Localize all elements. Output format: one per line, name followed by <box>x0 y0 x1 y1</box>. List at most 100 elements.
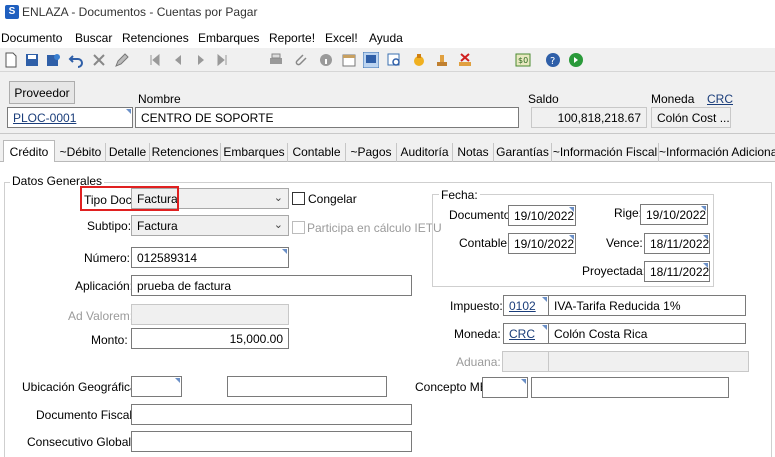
tab-auditoria[interactable]: Auditoría <box>397 143 453 162</box>
numero-label: Número: <box>84 251 131 265</box>
refresh-icon[interactable] <box>568 52 584 68</box>
ubicacion-desc-field[interactable] <box>227 376 387 397</box>
menu-reporte[interactable]: Reporte! <box>269 31 315 45</box>
info-icon[interactable] <box>318 52 334 68</box>
chevron-down-icon: ⌄ <box>273 192 283 204</box>
impuesto-desc-field: IVA-Tarifa Reducida 1% <box>548 295 746 316</box>
saldo-field: 100,818,218.67 <box>531 107 647 128</box>
tab-debito[interactable]: ~Débito <box>56 143 106 162</box>
documento-fiscal-label: Documento Fiscal: <box>36 408 136 422</box>
save-as-icon[interactable] <box>45 52 61 68</box>
monto-field[interactable]: 15,000.00 <box>131 328 289 349</box>
fecha-vence-field[interactable]: 18/11/2022 <box>644 233 710 254</box>
tab-pagos[interactable]: ~Pagos <box>346 143 397 162</box>
tab-notas[interactable]: Notas <box>453 143 494 162</box>
tab-informacion-adicional[interactable]: ~Información Adicional <box>659 143 775 162</box>
numero-field[interactable]: 012589314 <box>131 247 289 268</box>
supplier-header: Proveedor PLOC-0001 Nombre CENTRO DE SOP… <box>0 72 775 134</box>
stamp-icon[interactable] <box>434 52 450 68</box>
concepto-me-label: Concepto ME: <box>415 380 492 394</box>
nombre-field[interactable]: CENTRO DE SOPORTE <box>135 107 519 128</box>
print-icon[interactable] <box>268 52 284 68</box>
consecutivo-label: Consecutivo Global: <box>27 435 135 449</box>
find-icon[interactable] <box>386 52 402 68</box>
tab-garantias[interactable]: Garantías <box>494 143 552 162</box>
chevron-down-icon: ⌄ <box>273 219 283 231</box>
ubicacion-code-field[interactable] <box>131 376 182 397</box>
documento-fiscal-field[interactable] <box>131 404 412 425</box>
app-icon: S <box>5 5 19 19</box>
ad-valorem-label: Ad Valorem: <box>68 309 134 323</box>
consecutivo-field[interactable] <box>131 431 412 452</box>
new-icon[interactable] <box>3 52 19 68</box>
fecha-contable-field[interactable]: 19/10/2022 <box>508 233 576 254</box>
first-icon[interactable] <box>147 52 163 68</box>
moneda-label: Moneda: <box>454 327 501 341</box>
impuesto-code-field[interactable]: 0102 <box>503 295 549 316</box>
moneda-header-label: Moneda <box>651 92 695 106</box>
menu-retenciones[interactable]: Retenciones <box>122 31 189 45</box>
fecha-documento-field[interactable]: 19/10/2022 <box>508 205 576 226</box>
title-bar: S ENLAZA - Documentos - Cuentas por Paga… <box>0 0 775 28</box>
delete-icon[interactable] <box>91 52 107 68</box>
impuesto-code-link[interactable]: 0102 <box>509 299 536 313</box>
moneda-code-link[interactable]: CRC <box>509 327 535 341</box>
tab-credito[interactable]: Crédito <box>3 140 55 163</box>
undo-icon[interactable] <box>68 52 84 68</box>
ubicacion-label: Ubicación Geográfica: <box>22 380 141 394</box>
fecha-vence-label: Vence: <box>606 236 643 250</box>
moneda-header-code[interactable]: CRC <box>707 92 733 106</box>
tab-retenciones[interactable]: Retenciones <box>150 143 221 162</box>
subtipo-label: Subtipo: <box>87 219 132 233</box>
aduana-label: Aduana: <box>456 355 501 369</box>
tab-informacion-fiscal[interactable]: ~Información Fiscal <box>552 143 659 162</box>
moneda-header-field: Colón Cost ... <box>651 107 731 128</box>
aplicacion-label: Aplicación: <box>75 279 134 293</box>
tab-detalle[interactable]: Detalle <box>106 143 150 162</box>
credito-tab-panel: Datos Generales Tipo Doc: Factura ⌄ Cong… <box>0 162 775 457</box>
fecha-title: Fecha: <box>439 188 480 202</box>
proveedor-button[interactable]: Proveedor <box>9 81 75 104</box>
fecha-rige-field[interactable]: 19/10/2022 <box>640 204 708 225</box>
menu-embarques[interactable]: Embarques <box>198 31 259 45</box>
tab-contable[interactable]: Contable <box>288 143 346 162</box>
proveedor-code-link[interactable]: PLOC-0001 <box>13 111 76 125</box>
moneda-desc-field: Colón Costa Rica <box>548 323 746 344</box>
concepto-me-desc-field[interactable] <box>531 377 729 398</box>
edit-icon[interactable] <box>114 52 130 68</box>
menu-excel[interactable]: Excel! <box>325 31 358 45</box>
calculator-icon[interactable]: $0 <box>515 52 531 68</box>
menu-documento[interactable]: Documento <box>1 31 62 45</box>
tab-embarques[interactable]: Embarques <box>221 143 288 162</box>
prev-icon[interactable] <box>170 52 186 68</box>
aplicacion-field[interactable]: prueba de factura <box>131 275 412 296</box>
moneda-code-field[interactable]: CRC <box>503 323 549 344</box>
cancel-icon[interactable] <box>457 52 473 68</box>
save-icon[interactable] <box>24 52 40 68</box>
approve-icon[interactable] <box>411 52 427 68</box>
concepto-me-code-field[interactable] <box>482 377 528 398</box>
impuesto-label: Impuesto: <box>450 299 503 313</box>
fecha-rige-label: Rige: <box>614 206 643 220</box>
menu-buscar[interactable]: Buscar <box>75 31 112 45</box>
fecha-proyectada-field[interactable]: 18/11/2022 <box>644 261 710 282</box>
help-icon[interactable]: ? <box>545 52 561 68</box>
calendar-icon[interactable] <box>341 52 357 68</box>
aduana-code-field <box>502 351 549 372</box>
subtipo-select[interactable]: Factura ⌄ <box>131 215 289 236</box>
attach-icon[interactable] <box>293 52 309 68</box>
nombre-label: Nombre <box>138 92 181 106</box>
ad-valorem-field <box>131 304 289 325</box>
view-icon[interactable] <box>363 52 379 68</box>
subtipo-value: Factura <box>137 219 178 233</box>
last-icon[interactable] <box>214 52 230 68</box>
aduana-desc-field <box>548 351 749 372</box>
saldo-label: Saldo <box>528 92 559 106</box>
participa-ietu-checkbox[interactable] <box>292 221 305 234</box>
next-icon[interactable] <box>193 52 209 68</box>
congelar-checkbox[interactable] <box>292 192 305 205</box>
proveedor-code-field[interactable]: PLOC-0001 <box>7 107 133 128</box>
menu-ayuda[interactable]: Ayuda <box>369 31 403 45</box>
svg-text:$0: $0 <box>518 56 528 65</box>
participa-ietu-label: Participa en cálculo IETU <box>307 221 442 235</box>
